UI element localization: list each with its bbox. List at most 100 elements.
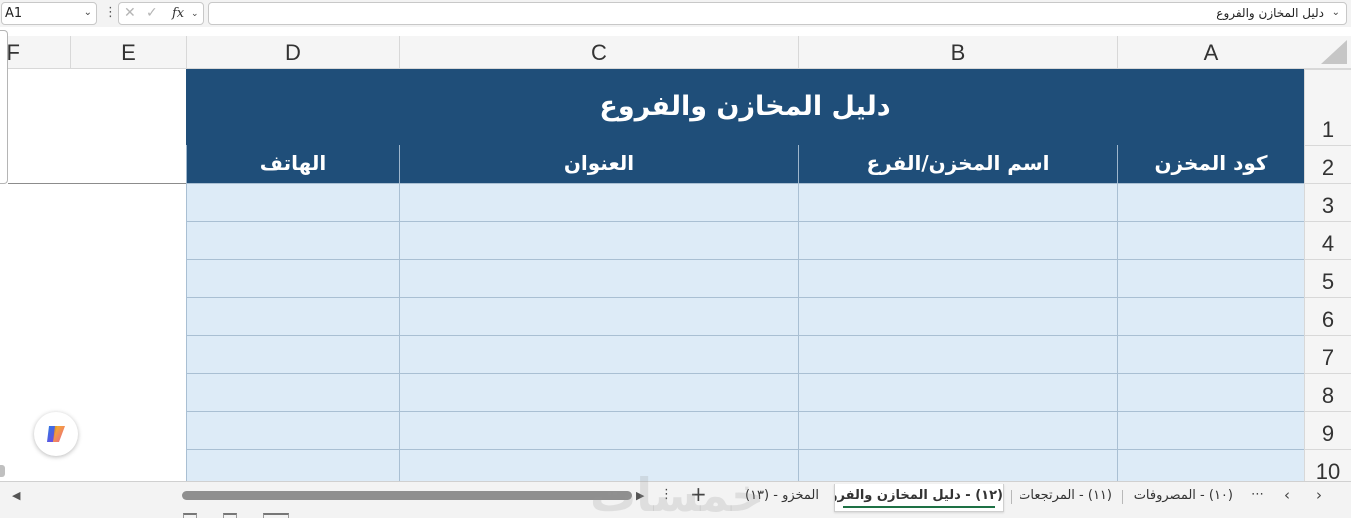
name-box[interactable]: A1 ⌄ — [1, 2, 97, 25]
formula-buttons: ✕ ✓ fx ⌄ — [118, 2, 204, 25]
horizontal-scrollbar[interactable] — [182, 491, 632, 500]
cell-a6[interactable] — [1117, 297, 1304, 335]
formula-value: دليل المخازن والفروع — [1216, 6, 1324, 20]
column-header-f[interactable]: F — [0, 36, 70, 69]
row-2-bottom-line — [8, 183, 186, 184]
tab-separator — [1011, 490, 1012, 504]
header-cell-phone[interactable]: الهاتف — [186, 145, 399, 183]
row-header-10[interactable]: 10 — [1304, 449, 1351, 482]
row-number: 10 — [1315, 459, 1341, 482]
vertical-ellipsis-icon[interactable]: ⋮ — [660, 487, 673, 502]
row-header-9[interactable]: 9 — [1304, 411, 1351, 449]
cell-a4[interactable] — [1117, 221, 1304, 259]
cell-d5[interactable] — [186, 259, 399, 297]
add-sheet-icon[interactable]: + — [690, 482, 707, 506]
cell-a3[interactable] — [1117, 183, 1304, 221]
header-cell-address[interactable]: العنوان — [399, 145, 798, 183]
cell-c9[interactable] — [399, 411, 798, 449]
row-header-8[interactable]: 8 — [1304, 373, 1351, 411]
sheet-tab-bar: ◀ ▶ ⋮ + (١٣) - المخزو (١٢) - دليل المخاز… — [0, 481, 1351, 518]
normal-view-icon[interactable] — [183, 513, 197, 518]
row-header-7[interactable]: 7 — [1304, 335, 1351, 373]
cell-b5[interactable] — [798, 259, 1117, 297]
cell-c10[interactable] — [399, 449, 798, 482]
sheet-tab-12-active[interactable]: (١٢) - دليل المخازن والفروع — [834, 484, 1004, 512]
chevron-down-icon[interactable]: ⌄ — [84, 7, 92, 18]
cell-c3[interactable] — [399, 183, 798, 221]
row-number: 8 — [1321, 383, 1335, 408]
cell-b7[interactable] — [798, 335, 1117, 373]
copilot-button[interactable] — [34, 412, 78, 456]
page-break-view-icon[interactable] — [263, 513, 289, 518]
sheet-tab-label: (١٢) - دليل المخازن والفروع — [834, 488, 1003, 503]
cell-d4[interactable] — [186, 221, 399, 259]
cell-d8[interactable] — [186, 373, 399, 411]
cell-b8[interactable] — [798, 373, 1117, 411]
select-all-triangle-icon[interactable] — [1304, 36, 1351, 69]
row-header-5[interactable]: 5 — [1304, 259, 1351, 297]
sheet-title-cell[interactable]: دليل المخازن والفروع — [186, 69, 1304, 145]
cell-b3[interactable] — [798, 183, 1117, 221]
page-layout-icon[interactable] — [223, 513, 237, 518]
row-number: 4 — [1321, 231, 1335, 256]
scroll-left-icon[interactable]: ◀ — [12, 489, 20, 502]
cell-d10[interactable] — [186, 449, 399, 482]
cell-a5[interactable] — [1117, 259, 1304, 297]
row-number: 2 — [1321, 155, 1335, 180]
cell-b6[interactable] — [798, 297, 1117, 335]
cancel-icon[interactable]: ✕ — [124, 5, 136, 21]
sheet-tab-10[interactable]: (١٠) - المصروفات — [1133, 484, 1233, 512]
next-sheet-icon[interactable]: › — [1316, 486, 1322, 504]
insert-function-icon[interactable]: fx — [172, 6, 184, 21]
cell-c4[interactable] — [399, 221, 798, 259]
vertical-ellipsis-icon[interactable]: ⋮ — [104, 5, 117, 20]
row-number: 3 — [1321, 193, 1335, 218]
formula-input[interactable]: دليل المخازن والفروع ⌄ — [208, 2, 1347, 25]
expand-formula-chevron-icon[interactable]: ⌄ — [1332, 7, 1340, 18]
header-cell-warehouse-name[interactable]: اسم المخزن/الفرع — [798, 145, 1117, 183]
cell-a10[interactable] — [1117, 449, 1304, 482]
copilot-icon — [47, 426, 65, 442]
column-header-c[interactable]: C — [399, 36, 798, 69]
formula-bar: A1 ⌄ ⋮ ✕ ✓ fx ⌄ دليل المخازن والفروع ⌄ — [0, 0, 1351, 27]
cell-d7[interactable] — [186, 335, 399, 373]
cell-d3[interactable] — [186, 183, 399, 221]
cell-a7[interactable] — [1117, 335, 1304, 373]
sheet-tab-13[interactable]: (١٣) - المخزو — [745, 484, 827, 512]
previous-sheet-icon[interactable]: ‹ — [1284, 486, 1290, 504]
name-box-value: A1 — [5, 6, 23, 21]
column-header-e[interactable]: E — [70, 36, 186, 69]
cell-c7[interactable] — [399, 335, 798, 373]
enter-icon[interactable]: ✓ — [146, 5, 158, 21]
cell-c5[interactable] — [399, 259, 798, 297]
tab-separator — [1122, 490, 1123, 504]
row-header-2[interactable]: 2 — [1304, 145, 1351, 183]
cell-d9[interactable] — [186, 411, 399, 449]
cell-b9[interactable] — [798, 411, 1117, 449]
column-header-d[interactable]: D — [186, 36, 399, 69]
cell-d6[interactable] — [186, 297, 399, 335]
cell-c6[interactable] — [399, 297, 798, 335]
scroll-right-icon[interactable]: ▶ — [636, 489, 644, 502]
row-header-3[interactable]: 3 — [1304, 183, 1351, 221]
chevron-down-icon[interactable]: ⌄ — [191, 9, 199, 19]
row-number: 1 — [1321, 117, 1335, 142]
header-cell-warehouse-code[interactable]: كود المخزن — [1117, 145, 1304, 183]
cell-b10[interactable] — [798, 449, 1117, 482]
row-number: 7 — [1321, 345, 1335, 370]
row-header-6[interactable]: 6 — [1304, 297, 1351, 335]
sheet-tab-11[interactable]: (١١) - المرتجعات — [1020, 484, 1112, 512]
active-tab-underline — [843, 506, 995, 508]
cell-a9[interactable] — [1117, 411, 1304, 449]
row-header-1[interactable]: 1 — [1304, 69, 1351, 145]
cell-a8[interactable] — [1117, 373, 1304, 411]
worksheet-grid: A B C D E F 1 2 3 4 5 6 7 8 9 10 دليل ال… — [0, 36, 1351, 482]
row-number: 5 — [1321, 269, 1335, 294]
row-header-4[interactable]: 4 — [1304, 221, 1351, 259]
cell-c8[interactable] — [399, 373, 798, 411]
cell-b4[interactable] — [798, 221, 1117, 259]
column-header-a[interactable]: A — [1117, 36, 1304, 69]
column-header-b[interactable]: B — [798, 36, 1117, 69]
side-panel-handle[interactable] — [0, 465, 5, 477]
more-tabs-icon[interactable]: ⋯ — [1251, 487, 1264, 502]
